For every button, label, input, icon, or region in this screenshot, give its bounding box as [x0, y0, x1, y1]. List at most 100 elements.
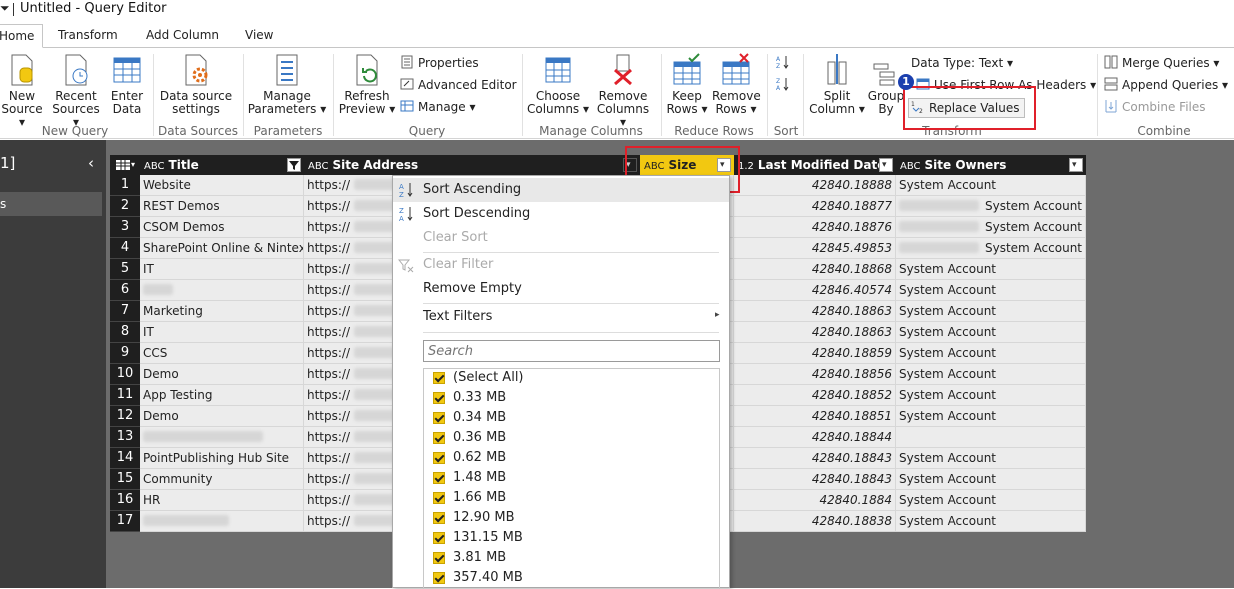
cell-site-owners[interactable]: System Account	[896, 196, 1086, 217]
sort-ascending-button[interactable]: AZ	[776, 54, 794, 72]
cell-last-modified[interactable]: 42846.40574	[734, 280, 896, 301]
cell-last-modified[interactable]: 42840.18868	[734, 259, 896, 280]
column-header-site-address[interactable]: ABC Site Address ▾	[304, 155, 640, 175]
text-filters-item[interactable]: Text Filters	[423, 309, 492, 324]
text-type-icon[interactable]: ABC	[308, 161, 329, 172]
collapse-pane-icon[interactable]: ‹	[88, 154, 94, 172]
value-checkbox[interactable]	[433, 492, 445, 504]
cell-title[interactable]: Website	[140, 175, 304, 196]
cell-last-modified[interactable]: 42845.49853	[734, 238, 896, 259]
cell-title[interactable]: Marketing	[140, 301, 304, 322]
filter-dropdown-icon[interactable]: ▾	[1069, 158, 1083, 172]
sort-descending-button[interactable]: ZA	[776, 76, 794, 94]
cell-last-modified[interactable]: 42840.18876	[734, 217, 896, 238]
sort-ascending-item[interactable]: AZ Sort Ascending	[393, 178, 729, 202]
enter-data-button[interactable]: Enter Data	[108, 52, 146, 116]
cell-last-modified[interactable]: 42840.18843	[734, 448, 896, 469]
data-source-settings-button[interactable]: Data source settings	[158, 52, 234, 116]
cell-site-owners[interactable]: System Account	[896, 259, 1086, 280]
tab-home[interactable]: Home	[0, 24, 44, 48]
cell-site-owners[interactable]: System Account	[896, 364, 1086, 385]
value-checkbox[interactable]	[433, 412, 445, 424]
query-item[interactable]: s	[0, 192, 102, 216]
manage-button[interactable]: Manage ▾	[400, 98, 476, 116]
cell-last-modified[interactable]: 42840.18851	[734, 406, 896, 427]
cell-title[interactable]: CSOM Demos	[140, 217, 304, 238]
cell-site-owners[interactable]: System Account	[896, 511, 1086, 532]
cell-site-owners[interactable]: System Account	[896, 490, 1086, 511]
clear-filter-item[interactable]: Clear Filter	[423, 257, 493, 272]
cell-title[interactable]: REST Demos	[140, 196, 304, 217]
filter-search-input[interactable]	[423, 340, 720, 362]
refresh-preview-button[interactable]: Refresh Preview ▾	[336, 52, 398, 116]
value-checkbox[interactable]	[433, 572, 445, 584]
value-checkbox[interactable]	[433, 552, 445, 564]
value-checkbox[interactable]	[433, 532, 445, 544]
value-checkbox[interactable]	[433, 512, 445, 524]
remove-empty-item[interactable]: Remove Empty	[423, 281, 522, 296]
cell-last-modified[interactable]: 42840.18856	[734, 364, 896, 385]
cell-site-owners[interactable]: System Account	[896, 280, 1086, 301]
column-header-site-owners[interactable]: ABC Site Owners ▾	[896, 155, 1086, 175]
cell-last-modified[interactable]: 42840.18844	[734, 427, 896, 448]
split-column-button[interactable]: Split Column ▾	[808, 52, 866, 116]
cell-title[interactable]: HR	[140, 490, 304, 511]
cell-last-modified[interactable]: 42840.1884	[734, 490, 896, 511]
text-type-icon[interactable]: ABC	[144, 161, 165, 172]
tab-add-column[interactable]: Add Column	[138, 24, 227, 48]
cell-title[interactable]: IT	[140, 259, 304, 280]
cell-title[interactable]: Community	[140, 469, 304, 490]
merge-queries-button[interactable]: Merge Queries ▾	[1104, 54, 1219, 72]
cell-site-owners[interactable]: System Account	[896, 448, 1086, 469]
table-menu-button[interactable]: ▾	[110, 155, 140, 175]
cell-last-modified[interactable]: 42840.18838	[734, 511, 896, 532]
cell-site-owners[interactable]: System Account	[896, 343, 1086, 364]
cell-site-owners[interactable]: System Account	[896, 406, 1086, 427]
cell-site-owners[interactable]	[896, 427, 1086, 448]
tab-view[interactable]: View	[237, 24, 281, 48]
cell-site-owners[interactable]: System Account	[896, 217, 1086, 238]
cell-title[interactable]: Demo	[140, 406, 304, 427]
cell-last-modified[interactable]: 42840.18863	[734, 322, 896, 343]
combine-files-button[interactable]: Combine Files	[1104, 98, 1206, 116]
remove-columns-button[interactable]: Remove Columns ▾	[592, 52, 654, 129]
cell-last-modified[interactable]: 42840.18852	[734, 385, 896, 406]
data-type-dropdown[interactable]: Data Type: Text ▾	[911, 54, 1013, 72]
advanced-editor-button[interactable]: Advanced Editor	[400, 76, 517, 94]
cell-site-owners[interactable]: System Account	[896, 469, 1086, 490]
cell-title[interactable]: IT	[140, 322, 304, 343]
cell-last-modified[interactable]: 42840.18877	[734, 196, 896, 217]
cell-title[interactable]	[140, 511, 304, 532]
column-header-last-modified[interactable]: 1.2 Last Modified Date ▾	[734, 155, 896, 175]
filter-dropdown-icon[interactable]: ▾	[879, 158, 893, 172]
cell-title[interactable]	[140, 427, 304, 448]
cell-last-modified[interactable]: 42840.18843	[734, 469, 896, 490]
new-source-button[interactable]: New Source ▾	[0, 52, 44, 129]
cell-site-owners[interactable]: System Account	[896, 238, 1086, 259]
decimal-type-icon[interactable]: 1.2	[738, 161, 754, 172]
cell-title[interactable]: Demo	[140, 364, 304, 385]
cell-site-owners[interactable]: System Account	[896, 322, 1086, 343]
value-checkbox[interactable]	[433, 392, 445, 404]
value-checkbox[interactable]	[433, 472, 445, 484]
cell-site-owners[interactable]: System Account	[896, 301, 1086, 322]
filter-active-icon[interactable]	[287, 158, 301, 172]
cell-title[interactable]: CCS	[140, 343, 304, 364]
cell-title[interactable]: PointPublishing Hub Site	[140, 448, 304, 469]
cell-title[interactable]: SharePoint Online & Nintex	[140, 238, 304, 259]
manage-parameters-button[interactable]: Manage Parameters ▾	[247, 52, 327, 116]
cell-title[interactable]: App Testing	[140, 385, 304, 406]
text-type-icon[interactable]: ABC	[900, 161, 921, 172]
cell-site-owners[interactable]: System Account	[896, 175, 1086, 196]
tab-transform[interactable]: Transform	[50, 24, 126, 48]
cell-last-modified[interactable]: 42840.18859	[734, 343, 896, 364]
remove-rows-button[interactable]: Remove Rows ▾	[712, 52, 761, 116]
value-checkbox[interactable]	[433, 432, 445, 444]
cell-title[interactable]	[140, 280, 304, 301]
cell-last-modified[interactable]: 42840.18888	[734, 175, 896, 196]
cell-last-modified[interactable]: 42840.18863	[734, 301, 896, 322]
properties-button[interactable]: Properties	[400, 54, 479, 72]
cell-site-owners[interactable]: System Account	[896, 385, 1086, 406]
sort-descending-item[interactable]: ZA Sort Descending	[393, 202, 729, 226]
keep-rows-button[interactable]: Keep Rows ▾	[664, 52, 710, 116]
